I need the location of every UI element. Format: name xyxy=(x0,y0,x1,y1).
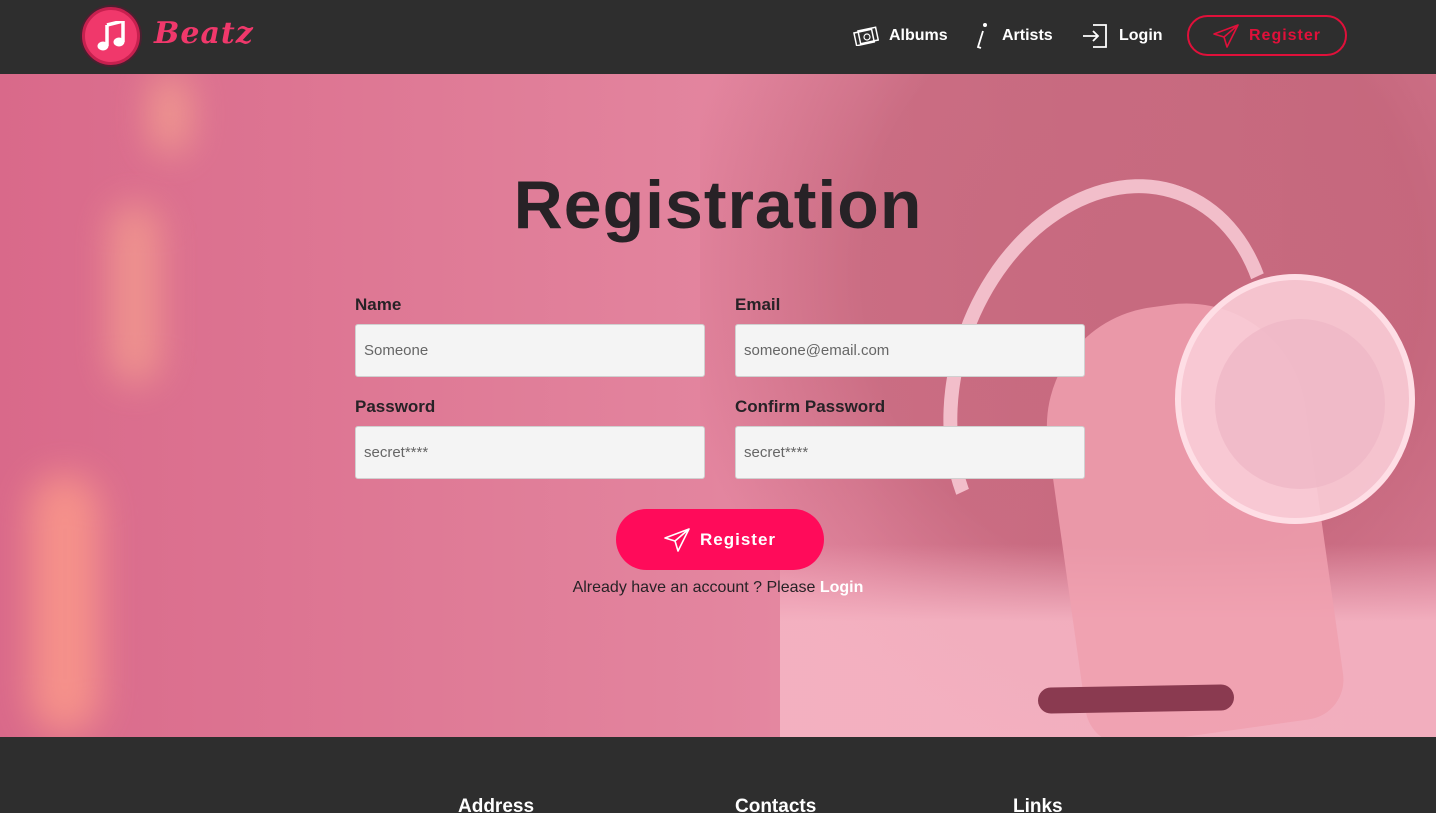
confirm-password-field[interactable] xyxy=(735,426,1085,479)
login-prompt-text: Already have an account ? Please xyxy=(572,579,816,596)
email-label: Email xyxy=(735,295,781,314)
name-field[interactable] xyxy=(355,324,705,377)
nav-login-label: Login xyxy=(1119,27,1163,44)
music-note-icon xyxy=(97,21,125,51)
info-icon xyxy=(976,23,987,49)
login-icon xyxy=(1083,24,1107,48)
nav-albums-label: Albums xyxy=(889,27,948,44)
send-icon xyxy=(1213,23,1239,48)
register-button-label: Register xyxy=(699,529,777,549)
password-label: Password xyxy=(355,397,436,416)
bracelet xyxy=(1037,684,1235,714)
password-field[interactable] xyxy=(355,426,705,479)
bokeh-light xyxy=(150,74,190,154)
nav-register-label: Register xyxy=(1248,26,1322,44)
send-icon xyxy=(664,527,690,552)
bokeh-light xyxy=(30,474,100,734)
registration-hero: Registration Name Email Password Confirm… xyxy=(0,74,1436,737)
login-link[interactable]: Login xyxy=(820,579,864,596)
nav-login[interactable]: Login xyxy=(1081,22,1163,50)
page-title: Registration xyxy=(513,167,923,243)
nav-artists[interactable]: Artists xyxy=(972,22,1053,50)
login-prompt: Already have an account ? Please Login xyxy=(0,579,1436,597)
footer-contacts-heading: Contacts xyxy=(735,796,817,813)
footer-links-heading: Links xyxy=(1013,796,1063,813)
nav-albums[interactable]: Albums xyxy=(853,22,948,50)
footer-address-heading: Address xyxy=(458,796,535,813)
register-button[interactable]: Register xyxy=(616,509,824,570)
navbar: Beatz Albums Artists Login Register xyxy=(0,0,1436,74)
logo[interactable] xyxy=(82,7,140,65)
footer: Address Contacts Links xyxy=(0,737,1436,813)
email-field[interactable] xyxy=(735,324,1085,377)
albums-icon xyxy=(853,26,879,46)
brand-name[interactable]: Beatz xyxy=(154,16,254,51)
confirm-password-label: Confirm Password xyxy=(735,397,886,416)
headphone-cup-inner xyxy=(1215,319,1385,489)
nav-register-button[interactable]: Register xyxy=(1187,15,1347,56)
name-label: Name xyxy=(355,295,402,314)
nav-artists-label: Artists xyxy=(1002,27,1053,44)
